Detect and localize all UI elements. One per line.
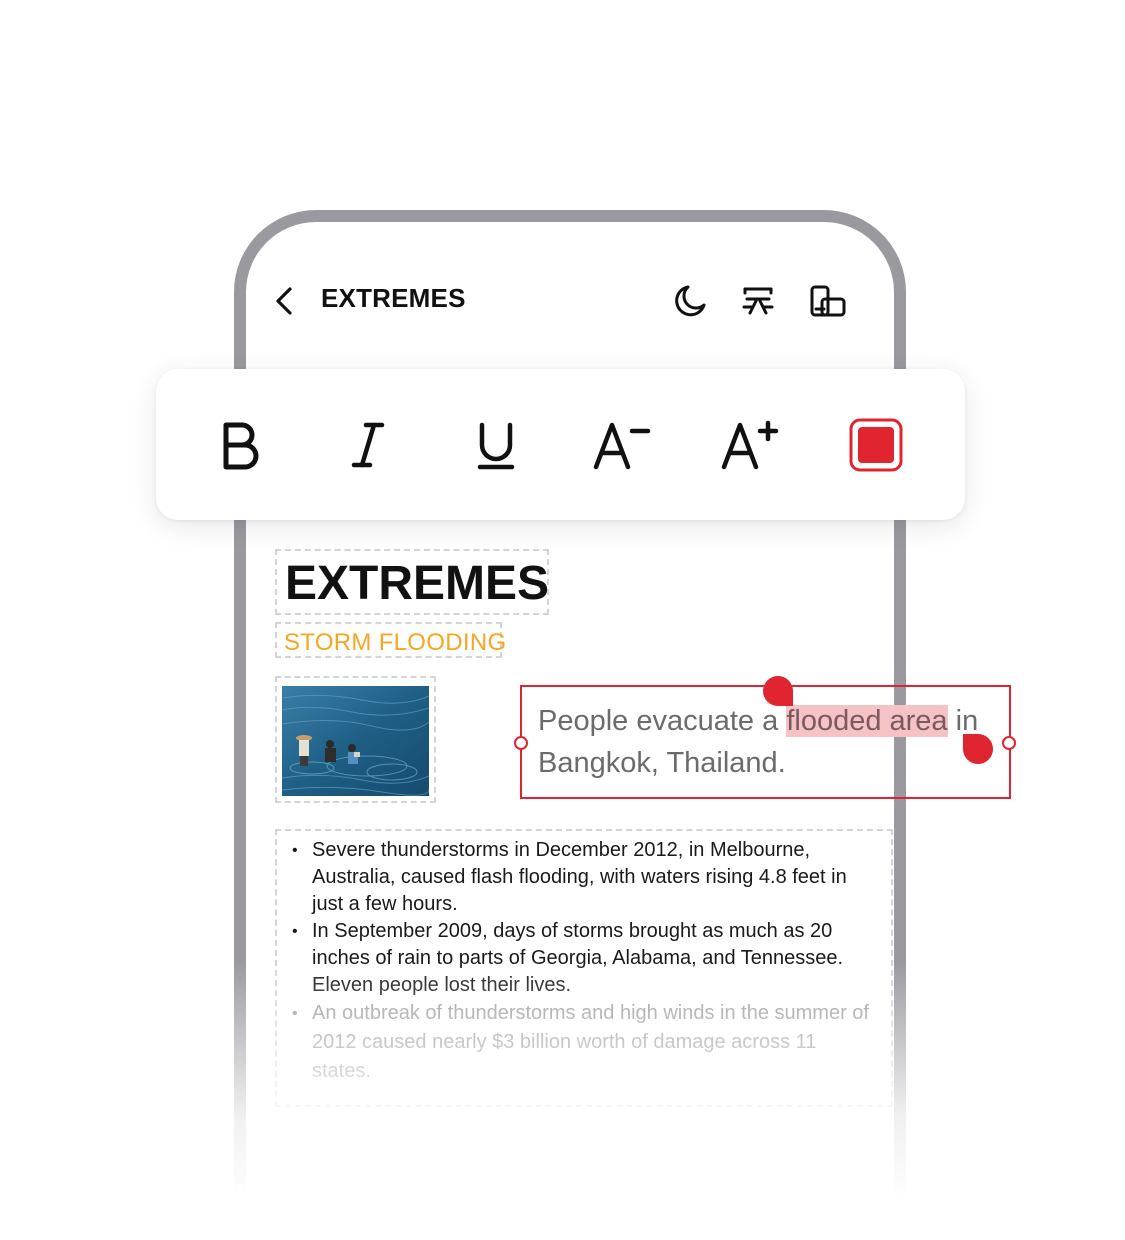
increase-font-icon bbox=[721, 420, 779, 470]
document-title[interactable]: EXTREMES bbox=[285, 556, 549, 612]
caption-text[interactable]: People evacuate a flooded area in Bangko… bbox=[538, 700, 1008, 784]
moon-icon[interactable] bbox=[670, 281, 710, 321]
bullet-list[interactable]: Severe thunderstorms in December 2012, i… bbox=[292, 837, 872, 1086]
color-swatch-icon bbox=[849, 418, 903, 472]
bold-icon bbox=[223, 422, 259, 470]
bold-button[interactable] bbox=[210, 415, 270, 475]
caption-before: People evacuate a bbox=[538, 705, 787, 737]
resize-handle-right[interactable] bbox=[1002, 736, 1016, 750]
flood-photo[interactable] bbox=[282, 686, 429, 796]
list-item: Severe thunderstorms in December 2012, i… bbox=[292, 837, 872, 918]
text-color-button[interactable] bbox=[846, 415, 906, 475]
increase-font-button[interactable] bbox=[720, 415, 780, 475]
resize-handle-left[interactable] bbox=[514, 736, 528, 750]
header-title: EXTREMES bbox=[321, 283, 466, 313]
decrease-font-button[interactable] bbox=[592, 415, 652, 475]
underline-icon bbox=[477, 422, 515, 470]
list-item: An outbreak of thunderstorms and high wi… bbox=[292, 999, 872, 1086]
back-chevron-icon[interactable] bbox=[270, 283, 298, 319]
caption-selection[interactable]: flooded area bbox=[786, 705, 948, 737]
list-item: In September 2009, days of storms brough… bbox=[292, 918, 872, 999]
italic-button[interactable] bbox=[338, 415, 398, 475]
text-layout-icon[interactable] bbox=[738, 281, 778, 321]
selection-end-handle[interactable] bbox=[963, 734, 993, 764]
device-rotate-icon[interactable] bbox=[808, 281, 848, 321]
italic-icon bbox=[351, 422, 385, 468]
selection-start-handle[interactable] bbox=[763, 676, 793, 706]
decrease-font-icon bbox=[593, 422, 651, 470]
underline-button[interactable] bbox=[466, 415, 526, 475]
document-subtitle[interactable]: STORM FLOODING bbox=[284, 628, 506, 658]
format-toolbar bbox=[156, 369, 965, 520]
